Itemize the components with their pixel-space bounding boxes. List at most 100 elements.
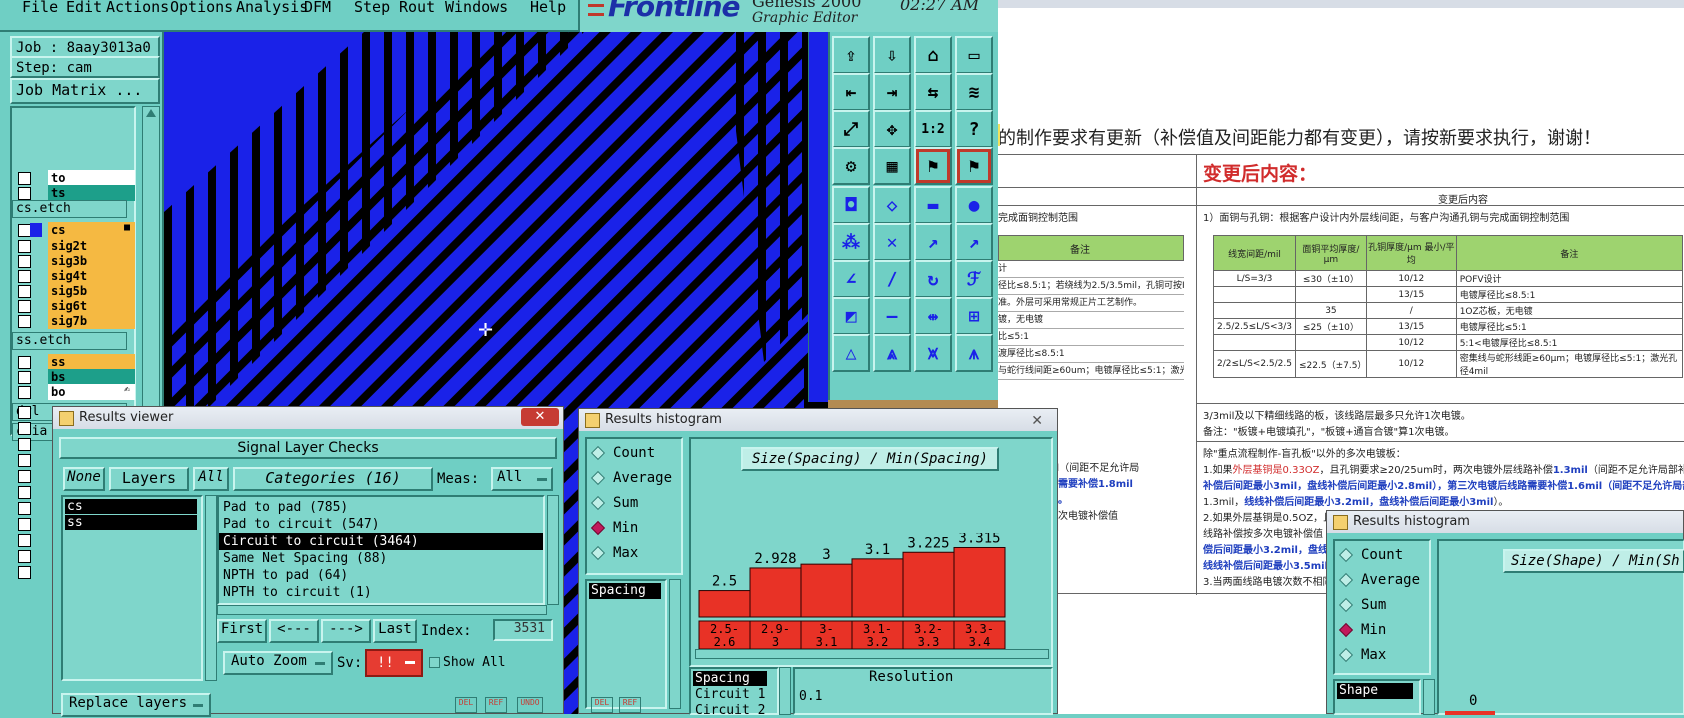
none-button[interactable]: None: [63, 467, 105, 491]
menu-actions[interactable]: Actions: [106, 0, 169, 16]
layer-scrollbar[interactable]: [142, 106, 160, 436]
rotate-icon[interactable]: ↻: [914, 260, 952, 298]
auto-zoom-button[interactable]: Auto Zoom: [223, 651, 333, 675]
canvas-scroll-strip[interactable]: [808, 32, 828, 402]
measure-red-icon[interactable]: ⚑: [914, 147, 952, 185]
replace-layers-button[interactable]: Replace layers: [61, 693, 211, 717]
layer-row-to[interactable]: to: [12, 170, 135, 186]
menu-dfm[interactable]: DFM: [304, 0, 331, 16]
font-icon[interactable]: ℱ: [955, 260, 993, 298]
layer-row-cs[interactable]: cs ■: [12, 222, 135, 238]
lower-list-scrollbar[interactable]: [779, 667, 791, 715]
category-item[interactable]: Pad to circuit (547): [219, 516, 543, 533]
menu-file[interactable]: File: [22, 0, 58, 16]
resize-icon[interactable]: ⇹: [914, 297, 952, 335]
left-icon[interactable]: ⇤: [832, 73, 870, 111]
stat-option-min[interactable]: Min: [1338, 618, 1386, 642]
stat-option-max[interactable]: Max: [590, 541, 638, 565]
field-item-shape[interactable]: Shape: [1337, 683, 1413, 699]
arch-icon[interactable]: ⩓: [873, 334, 911, 372]
delete-icon[interactable]: DEL: [591, 697, 613, 713]
stat-option-count[interactable]: Count: [590, 441, 655, 465]
close-icon[interactable]: ✕: [521, 408, 559, 426]
layer-checkbox[interactable]: [18, 172, 31, 185]
histogram-bar[interactable]: [800, 563, 853, 618]
layer-checkbox[interactable]: [18, 386, 31, 399]
category-item[interactable]: Circuit to circuit (3464): [219, 533, 543, 550]
gate-icon[interactable]: ⩚: [955, 334, 993, 372]
close-icon[interactable]: ✕: [1031, 410, 1043, 432]
histogram-bar[interactable]: [851, 558, 904, 618]
triangle-icon[interactable]: △: [832, 334, 870, 372]
arrow-icon[interactable]: ↗: [955, 223, 993, 261]
histogram-bar[interactable]: [953, 546, 1006, 618]
lower-field-list[interactable]: Spacing Circuit 1 Circuit 2: [689, 667, 779, 718]
bridge-icon[interactable]: ⩙: [914, 334, 952, 372]
layer-row-bs[interactable]: bs: [12, 369, 135, 385]
layer-row-sig7b[interactable]: sig7b: [12, 313, 135, 329]
category-item[interactable]: NPTH to circuit (1): [219, 584, 543, 601]
lower-list-item[interactable]: Circuit 2: [693, 703, 767, 718]
layer-checkbox[interactable]: [18, 240, 31, 253]
histogram-bar[interactable]: [698, 590, 751, 618]
layer-checkbox[interactable]: [18, 270, 31, 283]
measure-red2-icon[interactable]: ⚑: [955, 147, 993, 185]
swap-icon[interactable]: ⇆: [914, 73, 952, 111]
stat-option-count[interactable]: Count: [1338, 543, 1403, 567]
right-icon[interactable]: ⇥: [873, 73, 911, 111]
job-matrix-button[interactable]: Job Matrix ...: [10, 78, 160, 104]
line-icon[interactable]: ↗: [914, 223, 952, 261]
field-list-2[interactable]: Shape: [1333, 679, 1421, 715]
selected-layer-item[interactable]: cs: [65, 499, 197, 514]
category-list[interactable]: Pad to pad (785) Pad to circuit (547) Circ…: [217, 495, 545, 605]
index-input[interactable]: 3531: [493, 619, 553, 641]
layer-checkbox[interactable]: [18, 300, 31, 313]
home-icon[interactable]: ⌂: [914, 36, 952, 74]
layer-row-cs-etch[interactable]: cs.etch: [12, 200, 134, 218]
layer-checkbox[interactable]: [18, 371, 31, 384]
next-button[interactable]: --->: [321, 619, 371, 643]
move-up-icon[interactable]: ⇪: [832, 36, 870, 74]
all-button[interactable]: All: [193, 467, 229, 491]
settings-icon[interactable]: ⚙: [832, 147, 870, 185]
layer-checkbox[interactable]: [18, 285, 31, 298]
menu-options[interactable]: Options: [170, 0, 233, 16]
stat-option-max[interactable]: Max: [1338, 643, 1386, 667]
layer-row-sig4t[interactable]: sig4t: [12, 268, 135, 284]
delete-icon[interactable]: DEL: [455, 697, 477, 713]
wave-icon[interactable]: ≋: [955, 73, 993, 111]
layer-checkbox[interactable]: [18, 255, 31, 268]
histogram2-titlebar[interactable]: Results histogram: [1327, 511, 1683, 533]
undo-icon[interactable]: UNDO: [517, 697, 543, 713]
histogram-hscrollbar[interactable]: [695, 649, 1049, 659]
scroll-up-icon[interactable]: [146, 109, 156, 117]
layer-row-ss-etch[interactable]: ss.etch: [12, 332, 134, 350]
layers-button[interactable]: Layers: [109, 467, 189, 491]
shape-icon[interactable]: ◇: [873, 186, 911, 224]
select-icon[interactable]: ◘: [832, 186, 870, 224]
refresh-icon[interactable]: REF: [485, 697, 507, 713]
scale-icon[interactable]: 1:2: [914, 110, 952, 148]
layers-icon[interactable]: ⊞: [955, 297, 993, 335]
show-all-checkbox[interactable]: [429, 657, 440, 668]
refresh-icon[interactable]: REF: [619, 697, 641, 713]
layer-row-sig2t[interactable]: sig2t: [12, 238, 135, 254]
menu-analysis[interactable]: Analysis: [236, 0, 308, 16]
layer-row-sig5b[interactable]: sig5b: [12, 283, 135, 299]
menu-windows[interactable]: Windows: [445, 0, 508, 16]
lower-list-item[interactable]: Spacing: [693, 671, 767, 686]
first-button[interactable]: First: [217, 619, 267, 643]
categories-button[interactable]: Categories (16): [233, 467, 433, 491]
layer-checkbox[interactable]: [18, 187, 31, 200]
stat-option-average[interactable]: Average: [590, 466, 672, 490]
category-item[interactable]: NPTH to pad (64): [219, 567, 543, 584]
field-item-spacing[interactable]: Spacing: [589, 583, 661, 599]
ruler-icon[interactable]: ▬: [914, 186, 952, 224]
field-list-2-scrollbar[interactable]: [1423, 679, 1435, 715]
category-item[interactable]: Pad to pad (785): [219, 499, 543, 516]
trace-icon[interactable]: —: [873, 297, 911, 335]
net-icon[interactable]: ⁂: [832, 223, 870, 261]
category-hscrollbar[interactable]: [217, 605, 547, 615]
histogram-bar[interactable]: [749, 567, 802, 618]
cross-icon[interactable]: ✕: [873, 223, 911, 261]
